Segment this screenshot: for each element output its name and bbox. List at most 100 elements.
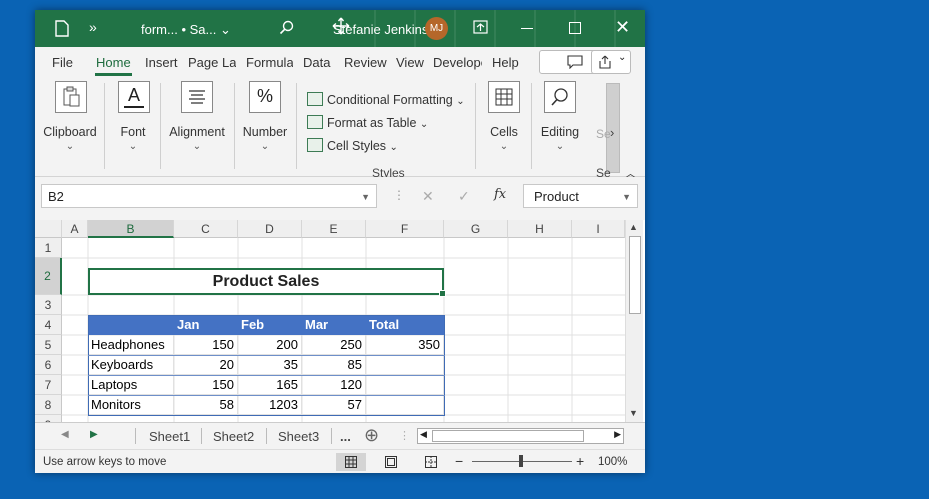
zoom-level[interactable]: 100% xyxy=(598,456,627,468)
tab-file[interactable]: File xyxy=(52,55,73,70)
row-header[interactable]: 2 xyxy=(35,258,62,295)
horizontal-scroll-thumb[interactable] xyxy=(432,430,584,442)
row-header[interactable]: 8 xyxy=(35,395,62,415)
tab-view[interactable]: View xyxy=(396,55,424,70)
row-header[interactable]: 5 xyxy=(35,335,62,355)
page-layout-view-button[interactable] xyxy=(376,453,406,471)
sheet-tab-divider xyxy=(266,428,267,444)
move-cursor-icon xyxy=(332,17,350,35)
quick-access-more-button[interactable]: » xyxy=(89,19,97,35)
document-title[interactable]: form... • Sa... ⌄ xyxy=(141,22,231,38)
column-header[interactable]: I xyxy=(572,220,625,238)
add-sheet-icon[interactable]: ⊕ xyxy=(364,425,379,446)
tab-review[interactable]: Review xyxy=(344,55,387,70)
formula-input[interactable]: Product ▼ xyxy=(523,184,638,208)
zoom-out-button[interactable]: − xyxy=(455,453,463,469)
name-box-dropdown-icon[interactable]: ▼ xyxy=(361,185,370,209)
title-cell-selected[interactable]: Product Sales xyxy=(88,268,446,297)
font-chevron-icon: ⌄ xyxy=(128,141,138,152)
sheet-prev-icon[interactable]: ◀ xyxy=(61,429,69,440)
normal-view-button[interactable] xyxy=(336,453,366,471)
formula-expand-icon[interactable]: ▼ xyxy=(622,185,631,209)
column-header[interactable]: B xyxy=(88,220,174,238)
cell-styles-icon xyxy=(307,138,323,152)
column-header[interactable]: H xyxy=(508,220,572,238)
alignment-icon xyxy=(181,81,213,113)
page-break-view-button[interactable] xyxy=(416,453,446,471)
document-icon[interactable] xyxy=(55,20,69,37)
sheet-tab-divider xyxy=(331,428,332,444)
editing-chevron-icon: ⌄ xyxy=(555,141,565,152)
ribbon-display-options-icon[interactable] xyxy=(473,20,488,34)
scroll-down-icon[interactable]: ▼ xyxy=(629,408,638,418)
sheet-tab-3[interactable]: Sheet3 xyxy=(278,429,319,444)
minimize-button[interactable] xyxy=(521,28,533,29)
column-header[interactable]: G xyxy=(444,220,508,238)
enter-icon[interactable]: ✓ xyxy=(458,188,470,205)
zoom-slider-thumb[interactable] xyxy=(519,455,523,467)
column-header[interactable]: A xyxy=(62,220,88,238)
zoom-in-button[interactable]: + xyxy=(576,453,584,469)
row-header[interactable]: 7 xyxy=(35,375,62,395)
share-icon xyxy=(599,55,611,69)
tab-insert[interactable]: Insert xyxy=(145,55,178,70)
editing-group[interactable]: Editing ⌄ xyxy=(536,79,584,174)
sheet-next-icon[interactable]: ▶ xyxy=(90,429,98,440)
vertical-scroll-thumb[interactable] xyxy=(629,236,641,314)
sensitivity-label[interactable]: Se xyxy=(596,127,611,141)
cell-styles-button[interactable]: Cell Styles ⌄ xyxy=(307,138,398,153)
font-icon: A xyxy=(118,81,150,113)
percent-icon: % xyxy=(249,81,281,113)
ribbon-more-arrow[interactable]: › xyxy=(610,125,614,140)
clipboard-label: Clipboard xyxy=(43,125,97,139)
tab-help[interactable]: Help xyxy=(492,55,519,70)
tab-home[interactable]: Home xyxy=(95,55,132,76)
number-label: Number xyxy=(242,125,288,139)
insert-function-icon[interactable]: fx xyxy=(494,187,506,202)
cancel-icon[interactable]: ✕ xyxy=(422,188,434,205)
tab-data[interactable]: Data xyxy=(303,55,330,70)
scroll-up-icon[interactable]: ▲ xyxy=(629,222,638,232)
horizontal-scrollbar[interactable]: ◀ ▶ xyxy=(417,428,624,444)
column-header[interactable]: F xyxy=(366,220,444,238)
row-header[interactable]: 3 xyxy=(35,295,62,315)
scroll-left-icon[interactable]: ◀ xyxy=(420,429,427,440)
name-box[interactable]: B2 ▼ xyxy=(41,184,377,208)
editing-search-icon xyxy=(544,81,576,113)
ribbon-divider xyxy=(296,83,297,169)
sheet-tab-2[interactable]: Sheet2 xyxy=(213,429,254,444)
row-header[interactable]: 4 xyxy=(35,315,62,335)
format-as-table-icon xyxy=(307,115,323,129)
column-header[interactable]: E xyxy=(302,220,366,238)
tab-formulas[interactable]: Formulas xyxy=(246,55,293,70)
vertical-scrollbar[interactable]: ▲ ▼ xyxy=(625,220,643,422)
format-as-table-button[interactable]: Format as Table ⌄ xyxy=(307,115,428,130)
fill-handle[interactable] xyxy=(439,290,446,297)
sheet-tab-1[interactable]: Sheet1 xyxy=(149,429,190,444)
column-header[interactable]: D xyxy=(238,220,302,238)
sheet-tab-divider xyxy=(201,428,202,444)
share-button[interactable]: ⌄ xyxy=(591,50,631,74)
formula-bar: B2 ▼ ⋮ ✕ ✓ fx Product ▼ xyxy=(35,177,645,217)
normal-view-icon xyxy=(345,456,357,468)
maximize-button[interactable] xyxy=(569,22,581,34)
close-button[interactable]: ✕ xyxy=(615,17,630,38)
scroll-right-icon[interactable]: ▶ xyxy=(614,429,621,440)
tab-page-layout[interactable]: Page Layout xyxy=(188,55,236,70)
cells-group[interactable]: Cells ⌄ xyxy=(482,79,526,174)
avatar[interactable]: MJ xyxy=(425,17,448,40)
conditional-formatting-button[interactable]: Conditional Formatting ⌄ xyxy=(307,92,465,107)
font-group[interactable]: A Font ⌄ xyxy=(109,79,157,174)
clipboard-group[interactable]: Clipboard ⌄ xyxy=(39,79,101,174)
number-group[interactable]: % Number ⌄ xyxy=(238,79,292,174)
alignment-group[interactable]: Alignment ⌄ xyxy=(165,79,229,174)
more-sheets-button[interactable]: ... xyxy=(340,429,351,444)
worksheet-grid[interactable]: A B C D E F G H I 1 2 3 4 5 6 7 8 9 Prod… xyxy=(35,220,645,432)
row-header[interactable]: 6 xyxy=(35,355,62,375)
tab-developer[interactable]: Developer xyxy=(433,55,482,70)
select-all-corner[interactable] xyxy=(35,220,62,238)
search-icon[interactable] xyxy=(279,20,295,36)
column-header[interactable]: C xyxy=(174,220,238,238)
row-header[interactable]: 1 xyxy=(35,238,62,258)
excel-window: » form... • Sa... ⌄ Stefanie Jenkins MJ … xyxy=(35,10,645,473)
